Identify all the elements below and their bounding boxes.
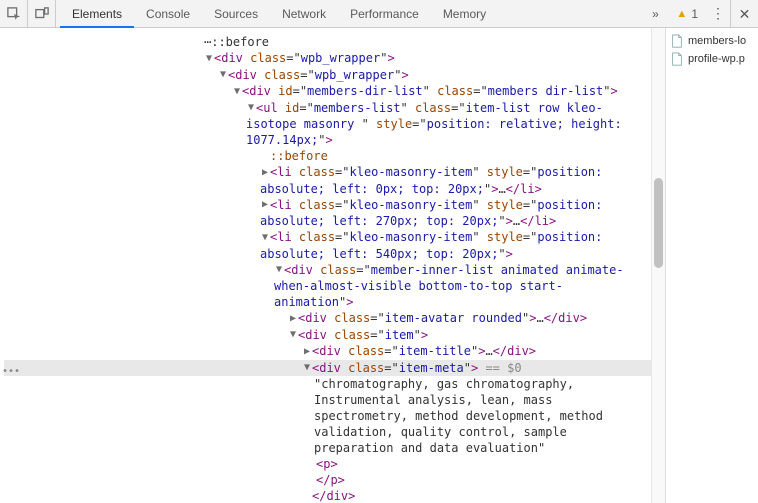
tree-row[interactable]: ▼<div class="member-inner-list animated …	[4, 262, 634, 311]
tree-row[interactable]: <p>	[4, 456, 651, 472]
tree-row[interactable]: ▶<div class="item-avatar rounded">…</div…	[4, 310, 651, 327]
tree-row[interactable]: ⋯::before	[4, 34, 651, 50]
expand-toggle[interactable]: ▼	[204, 51, 214, 67]
tab-performance[interactable]: Performance	[338, 0, 431, 28]
expand-toggle[interactable]: ▶	[260, 165, 270, 181]
expand-toggle[interactable]: ▼	[302, 360, 312, 376]
close-devtools[interactable]: ✕	[730, 0, 758, 28]
file-item[interactable]: profile-wp.p	[666, 50, 758, 68]
file-label: profile-wp.p	[688, 53, 745, 65]
row-overflow-icon[interactable]: •••	[0, 364, 20, 380]
settings-menu[interactable]: ⋮	[706, 5, 730, 22]
device-icon[interactable]	[28, 0, 56, 28]
tabs-overflow[interactable]: »	[642, 7, 668, 21]
tab-memory[interactable]: Memory	[431, 0, 498, 28]
tree-row[interactable]: ▼<ul id="members-list" class="item-list …	[4, 100, 634, 149]
scrollbar[interactable]	[651, 28, 665, 503]
tab-network[interactable]: Network	[270, 0, 338, 28]
expand-toggle[interactable]: ▶	[302, 344, 312, 360]
warning-icon: ▲	[676, 8, 687, 20]
expand-toggle[interactable]: ▼	[246, 100, 256, 116]
expand-toggle[interactable]: ▼	[218, 67, 228, 83]
expand-toggle[interactable]: ▶	[288, 311, 298, 327]
expand-toggle[interactable]: ▼	[260, 230, 270, 246]
file-sidebar: members-lo profile-wp.p	[665, 28, 758, 503]
warnings-badge[interactable]: ▲ 1	[668, 7, 706, 21]
tree-row-selected[interactable]: ▼<div class="item-meta"> == $0	[4, 360, 651, 377]
file-icon	[670, 52, 684, 66]
tab-sources[interactable]: Sources	[202, 0, 270, 28]
elements-tree[interactable]: ••• ⋯::before ▼<div class="wpb_wrapper">…	[0, 28, 651, 503]
file-item[interactable]: members-lo	[666, 32, 758, 50]
tree-pseudo[interactable]: ::before	[4, 148, 651, 164]
scrollbar-thumb[interactable]	[654, 178, 663, 268]
file-label: members-lo	[688, 35, 746, 47]
tree-row[interactable]: ▼<div class="item">	[4, 327, 651, 344]
tree-row[interactable]: ▼<div id="members-dir-list" class="membe…	[4, 83, 651, 100]
tree-row[interactable]: ▶<li class="kleo-masonry-item" style="po…	[4, 164, 634, 197]
tree-row[interactable]: </p>	[4, 472, 651, 488]
expand-toggle[interactable]: ▼	[232, 84, 242, 100]
tab-bar: Elements Console Sources Network Perform…	[56, 0, 498, 28]
expand-toggle[interactable]: ▶	[260, 197, 270, 213]
tab-elements[interactable]: Elements	[60, 0, 134, 28]
devtools-toolbar: Elements Console Sources Network Perform…	[0, 0, 758, 28]
tree-row[interactable]: ▼<div class="wpb_wrapper">	[4, 50, 651, 67]
tree-row[interactable]: </div>	[4, 488, 651, 503]
expand-toggle[interactable]: ▼	[274, 262, 284, 278]
inspect-icon[interactable]	[0, 0, 28, 28]
tab-console[interactable]: Console	[134, 0, 202, 28]
tree-row[interactable]: ▼<li class="kleo-masonry-item" style="po…	[4, 229, 634, 262]
tree-row[interactable]: ▶<div class="item-title">…</div>	[4, 343, 651, 360]
expand-toggle[interactable]: ▼	[288, 327, 298, 343]
warning-count: 1	[691, 7, 698, 21]
tree-row[interactable]: ▶<li class="kleo-masonry-item" style="po…	[4, 197, 634, 230]
file-icon	[670, 34, 684, 48]
tree-row[interactable]: ▼<div class="wpb_wrapper">	[4, 67, 651, 84]
tree-text-node[interactable]: "chromatography, gas chromatography, Ins…	[4, 376, 614, 456]
